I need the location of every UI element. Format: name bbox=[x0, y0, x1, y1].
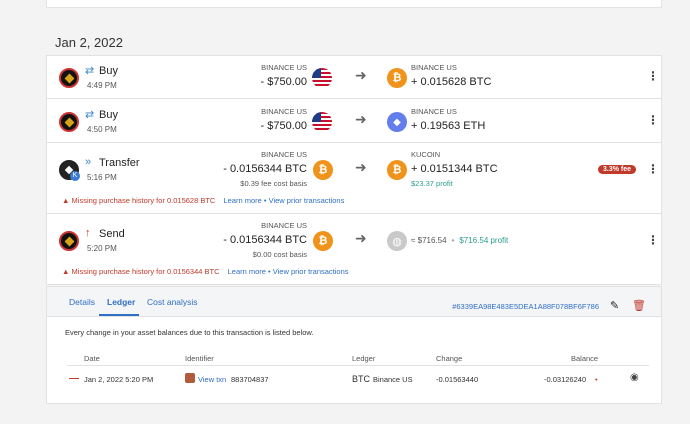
exchange-icon bbox=[185, 373, 195, 383]
transaction-hash[interactable]: #6339EA98E483E5DEA1A88F078BF6F786 bbox=[452, 302, 599, 311]
warning-links[interactable]: Learn more • View prior transactions bbox=[223, 196, 344, 205]
row-date: Jan 2, 2022 5:20 PM bbox=[84, 375, 154, 384]
column-change: Change bbox=[436, 354, 463, 363]
globe-icon: ◍ bbox=[387, 231, 407, 251]
kebab-menu-icon[interactable]: ⋮ bbox=[647, 69, 659, 83]
date-heading: Jan 2, 2022 bbox=[55, 35, 123, 50]
transaction-row[interactable]: ⇄ Buy 4:49 PM BINANCE US - $750.00 ➜ ₿ B… bbox=[46, 55, 662, 99]
transaction-type: Send bbox=[99, 228, 125, 240]
decrease-icon: — bbox=[69, 373, 79, 384]
table-divider bbox=[67, 365, 649, 366]
transaction-list: ⇄ Buy 4:49 PM BINANCE US - $750.00 ➜ ₿ B… bbox=[46, 55, 662, 285]
transaction-time: 4:49 PM bbox=[87, 81, 117, 90]
bitcoin-icon: ₿ bbox=[313, 160, 333, 180]
destination-amount: + 0.0151344 BTC bbox=[411, 163, 498, 175]
destination-exchange: BINANCE US bbox=[411, 107, 457, 116]
destination-exchange: BINANCE US bbox=[411, 63, 457, 72]
binance-avatar-icon bbox=[59, 112, 79, 132]
kebab-menu-icon[interactable]: ⋮ bbox=[647, 233, 659, 247]
transaction-time: 4:50 PM bbox=[87, 125, 117, 134]
arrow-right-icon: ➜ bbox=[355, 67, 367, 83]
send-value: ≈ $716.54 • $716.54 profit bbox=[411, 236, 509, 245]
row-asset: BTC bbox=[352, 374, 370, 384]
column-identifier: Identifier bbox=[185, 354, 214, 363]
transaction-detail-panel: Details Ledger Cost analysis #6339EA98E4… bbox=[46, 286, 662, 404]
transaction-type: Buy bbox=[99, 65, 118, 77]
eye-icon[interactable]: ◉ bbox=[630, 372, 639, 383]
transaction-type: Transfer bbox=[99, 157, 140, 169]
transaction-row[interactable]: K » Transfer 5:16 PM BINANCE US - 0.0156… bbox=[46, 142, 662, 214]
chevrons-right-icon: » bbox=[85, 156, 92, 168]
missing-history-warning: ▲ Missing purchase history for 0.0156344… bbox=[62, 267, 349, 276]
arrow-right-icon: ➜ bbox=[355, 230, 367, 246]
source-amount: - 0.0156344 BTC bbox=[223, 234, 307, 246]
active-tab-indicator bbox=[99, 314, 139, 316]
column-date: Date bbox=[84, 354, 100, 363]
binance-avatar-icon bbox=[59, 68, 79, 88]
source-amount: - $750.00 bbox=[260, 76, 307, 88]
profit-amount: $716.54 profit bbox=[459, 236, 509, 245]
row-balance: -0.03126240 bbox=[544, 375, 587, 384]
warning-icon: ▲ bbox=[62, 267, 70, 276]
source-amount: - 0.0156344 BTC bbox=[223, 163, 307, 175]
bitcoin-icon: ₿ bbox=[313, 231, 333, 251]
ledger-description: Every change in your asset balances due … bbox=[65, 328, 314, 337]
row-ledger: Binance US bbox=[373, 375, 413, 384]
tab-details[interactable]: Details bbox=[69, 297, 95, 307]
warning-text: Missing purchase history for 0.0156344 B… bbox=[71, 267, 220, 276]
warning-links[interactable]: Learn more • View prior transactions bbox=[228, 267, 349, 276]
source-exchange: BINANCE US bbox=[261, 107, 307, 116]
transaction-time: 5:20 PM bbox=[87, 244, 117, 253]
trash-icon[interactable]: 🗑 bbox=[632, 299, 646, 312]
warning-icon: ▲ bbox=[62, 196, 70, 205]
column-ledger: Ledger bbox=[352, 354, 376, 363]
binance-avatar-icon bbox=[59, 231, 79, 251]
arrow-up-icon: ↑ bbox=[85, 227, 91, 239]
source-exchange: BINANCE US bbox=[261, 150, 307, 159]
source-exchange: BINANCE US bbox=[261, 63, 307, 72]
arrow-right-icon: ➜ bbox=[355, 159, 367, 175]
transaction-type: Buy bbox=[99, 109, 118, 121]
pencil-icon[interactable]: ✎ bbox=[610, 299, 619, 312]
source-exchange: BINANCE US bbox=[261, 221, 307, 230]
destination-amount: + 0.015628 BTC bbox=[411, 76, 492, 88]
transaction-row[interactable]: ⇄ Buy 4:50 PM BINANCE US - $750.00 ➜ ◆ B… bbox=[46, 98, 662, 143]
tab-ledger[interactable]: Ledger bbox=[107, 297, 135, 307]
approx-value: ≈ $716.54 bbox=[411, 236, 447, 245]
ethereum-icon: ◆ bbox=[387, 112, 407, 132]
source-cost-basis: $0.39 fee cost basis bbox=[240, 179, 307, 188]
source-cost-basis: $0.00 cost basis bbox=[252, 250, 307, 259]
view-txn-link[interactable]: View txn bbox=[198, 375, 226, 384]
transaction-row[interactable]: ↑ Send 5:20 PM BINANCE US - 0.0156344 BT… bbox=[46, 213, 662, 285]
bitcoin-icon: ₿ bbox=[387, 160, 407, 180]
fee-badge: 3.3% fee bbox=[598, 165, 637, 174]
transfer-arrows-icon: ⇄ bbox=[85, 65, 95, 77]
kucoin-badge-icon: K bbox=[70, 171, 80, 181]
tab-cost-analysis[interactable]: Cost analysis bbox=[147, 297, 198, 307]
missing-history-warning: ▲ Missing purchase history for 0.015628 … bbox=[62, 196, 344, 205]
profit-amount: $23.37 profit bbox=[411, 179, 453, 188]
us-flag-icon bbox=[312, 68, 332, 88]
destination-exchange: KUCOIN bbox=[411, 150, 441, 159]
source-amount: - $750.00 bbox=[260, 120, 307, 132]
destination-amount: + 0.19563 ETH bbox=[411, 120, 486, 132]
column-balance: Balance bbox=[571, 354, 599, 363]
balance-negative-dot: • bbox=[595, 375, 598, 384]
detail-tabs: Details Ledger Cost analysis #6339EA98E4… bbox=[47, 287, 661, 317]
previous-card-edge bbox=[46, 0, 662, 8]
row-identifier: 883704837 bbox=[231, 375, 269, 384]
arrow-right-icon: ➜ bbox=[355, 111, 367, 127]
transfer-arrows-icon: ⇄ bbox=[85, 109, 95, 121]
warning-text: Missing purchase history for 0.015628 BT… bbox=[71, 196, 216, 205]
transaction-time: 5:16 PM bbox=[87, 173, 117, 182]
kebab-menu-icon[interactable]: ⋮ bbox=[647, 162, 659, 176]
row-change: -0.01563440 bbox=[436, 375, 479, 384]
bitcoin-icon: ₿ bbox=[387, 68, 407, 88]
kebab-menu-icon[interactable]: ⋮ bbox=[647, 113, 659, 127]
us-flag-icon bbox=[312, 112, 332, 132]
